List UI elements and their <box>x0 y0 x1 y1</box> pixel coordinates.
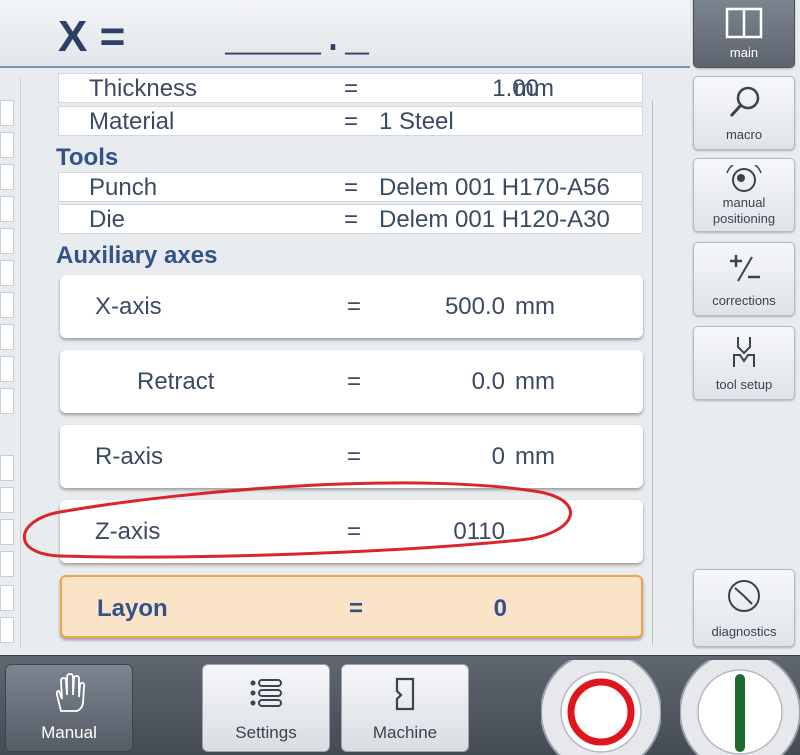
thickness-unit: mm <box>514 75 554 102</box>
left-list-item[interactable] <box>0 617 14 643</box>
equals-sign: = <box>344 75 359 102</box>
z-axis-row[interactable]: Z-axis = 0110 <box>60 500 643 563</box>
macro-button[interactable]: macro <box>693 76 795 150</box>
retract-label: Retract <box>137 368 215 395</box>
scrollbar-track[interactable] <box>652 100 653 645</box>
equals-sign: = <box>347 368 362 395</box>
equals-sign: = <box>347 443 362 470</box>
machine-icon <box>342 673 468 715</box>
equals-sign: = <box>344 206 359 233</box>
retract-value[interactable]: 0.0 <box>370 368 505 396</box>
die-row[interactable]: Die = Delem 001 H120-A30 <box>58 204 643 234</box>
thickness-label: Thickness <box>89 75 198 102</box>
manual-positioning-button[interactable]: manual positioning <box>693 158 795 232</box>
r-axis-label: R-axis <box>95 443 164 470</box>
machine-button[interactable]: Machine <box>341 664 469 752</box>
manual-positioning-label: manual positioning <box>712 195 776 226</box>
die-value[interactable]: Delem 001 H120-A30 <box>379 206 639 234</box>
punch-value[interactable]: Delem 001 H170-A56 <box>379 174 639 202</box>
tool-setup-button[interactable]: tool setup <box>693 326 795 400</box>
retract-row[interactable]: Retract = 0.0 mm <box>60 350 643 413</box>
main-window-icon <box>694 3 794 41</box>
auxiliary-axes-title: Auxiliary axes <box>56 242 218 269</box>
r-axis-unit: mm <box>515 443 555 470</box>
plus-minus-icon <box>694 249 794 287</box>
left-list-item[interactable] <box>0 228 14 254</box>
z-axis-label: Z-axis <box>95 518 161 545</box>
corrections-button[interactable]: corrections <box>693 242 795 316</box>
x-axis-value[interactable]: 500.0 <box>370 293 505 321</box>
material-row[interactable]: Material = 1 Steel <box>58 106 643 136</box>
left-list-item[interactable] <box>0 164 14 190</box>
equals-sign: = <box>344 108 359 135</box>
left-list-item[interactable] <box>0 260 14 286</box>
left-list-item[interactable] <box>0 585 14 611</box>
material-label: Material <box>89 108 175 135</box>
equals-sign: = <box>349 595 364 622</box>
hand-icon <box>6 673 132 715</box>
equals-sign: = <box>347 518 362 545</box>
panel-divider <box>20 78 21 648</box>
start-button[interactable] <box>679 651 800 755</box>
axis-input-value[interactable]: ____._ <box>225 18 369 63</box>
punch-label: Punch <box>89 174 158 201</box>
retract-unit: mm <box>515 368 555 395</box>
layon-label: Layon <box>97 595 168 622</box>
left-list-item[interactable] <box>0 196 14 222</box>
stop-button[interactable] <box>540 651 662 755</box>
main-button-label: main <box>729 45 759 60</box>
left-list-item[interactable] <box>0 455 14 481</box>
left-list-item[interactable] <box>0 519 14 545</box>
punch-row[interactable]: Punch = Delem 001 H170-A56 <box>58 172 643 202</box>
list-icon <box>203 673 329 715</box>
x-axis-row[interactable]: X-axis = 500.0 mm <box>60 275 643 338</box>
corrections-label: corrections <box>712 293 776 308</box>
material-value[interactable]: 1 Steel <box>379 108 639 136</box>
machine-label: Machine <box>372 723 438 742</box>
left-list-item[interactable] <box>0 100 14 126</box>
diagnostics-button[interactable]: diagnostics <box>693 569 795 647</box>
main-button[interactable]: main <box>693 0 795 68</box>
layon-row[interactable]: Layon = 0 <box>60 575 643 638</box>
r-axis-row[interactable]: R-axis = 0 mm <box>60 425 643 488</box>
left-list-strip <box>0 95 15 655</box>
r-axis-value[interactable]: 0 <box>370 443 505 471</box>
punch-die-icon <box>694 333 794 371</box>
left-list-item[interactable] <box>0 292 14 318</box>
magnifier-icon <box>694 83 794 121</box>
manual-mode-button[interactable]: Manual <box>5 664 133 752</box>
diagnostics-label: diagnostics <box>711 624 777 639</box>
equals-sign: = <box>344 174 359 201</box>
layon-value[interactable]: 0 <box>372 595 507 623</box>
x-axis-label: X-axis <box>95 293 162 320</box>
left-list-item[interactable] <box>0 356 14 382</box>
left-list-item[interactable] <box>0 487 14 513</box>
header: X = ____._ <box>0 0 690 68</box>
settings-button[interactable]: Settings <box>202 664 330 752</box>
x-axis-unit: mm <box>515 293 555 320</box>
left-list-item[interactable] <box>0 388 14 414</box>
macro-button-label: macro <box>725 127 763 142</box>
left-list-item[interactable] <box>0 551 14 577</box>
tools-section-title: Tools <box>56 144 119 171</box>
left-list-item[interactable] <box>0 324 14 350</box>
axis-label: X = <box>58 12 126 61</box>
manual-label: Manual <box>41 723 97 742</box>
z-axis-value[interactable]: 0110 <box>370 518 505 546</box>
left-list-item[interactable] <box>0 132 14 158</box>
thickness-row[interactable]: Thickness = 1.00 mm <box>58 73 643 103</box>
settings-label: Settings <box>235 723 297 742</box>
die-label: Die <box>89 206 126 233</box>
gauge-icon <box>694 578 794 616</box>
tool-setup-label: tool setup <box>715 377 773 392</box>
equals-sign: = <box>347 293 362 320</box>
